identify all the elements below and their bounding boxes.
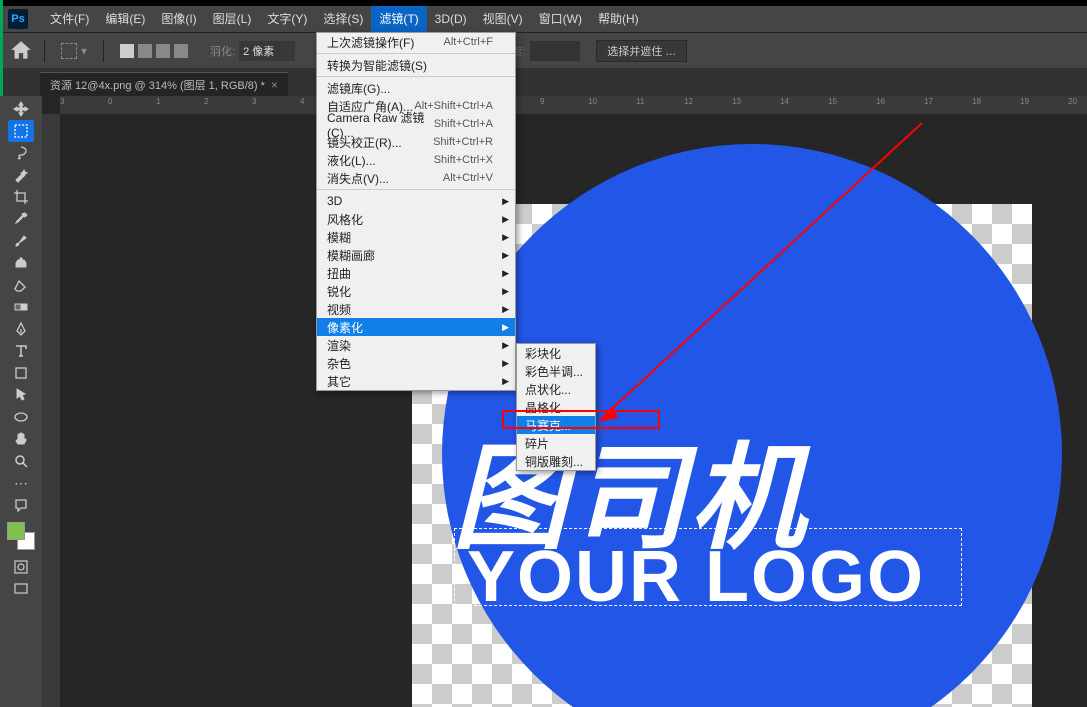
selection-subtract-icon[interactable]: [156, 44, 170, 58]
home-icon[interactable]: [8, 38, 34, 64]
marquee-icon[interactable]: [61, 43, 77, 59]
ruler-vertical: [42, 114, 60, 707]
eyedropper-tool[interactable]: [8, 208, 34, 230]
filter-item[interactable]: 模糊画廊▶: [317, 246, 515, 264]
tab-title: 资源 12@4x.png @ 314% (图层 1, RGB/8) *: [50, 77, 265, 93]
gradient-tool[interactable]: [8, 296, 34, 318]
eraser-tool[interactable]: [8, 274, 34, 296]
selection-intersect-icon[interactable]: [174, 44, 188, 58]
filter-item[interactable]: 渲染▶: [317, 336, 515, 354]
ellipse-tool[interactable]: [8, 406, 34, 428]
filter-item[interactable]: 3D▶: [317, 192, 515, 210]
menu-选择[interactable]: 选择(S): [315, 6, 371, 32]
select-and-mask-button[interactable]: 选择并遮住 …: [596, 40, 687, 62]
menu-图层[interactable]: 图层(L): [205, 6, 260, 32]
pixelate-item[interactable]: 马赛克...: [517, 416, 595, 434]
filter-item[interactable]: 杂色▶: [317, 354, 515, 372]
filter-item[interactable]: 其它▶: [317, 372, 515, 390]
screen-mode-icon[interactable]: [8, 578, 34, 600]
crop-tool[interactable]: [8, 186, 34, 208]
menu-窗口[interactable]: 窗口(W): [531, 6, 590, 32]
shape-tool[interactable]: [8, 362, 34, 384]
document-tabs: 资源 12@4x.png @ 314% (图层 1, RGB/8) * ×: [0, 68, 1087, 96]
type-tool[interactable]: [8, 340, 34, 362]
pen-tool[interactable]: [8, 318, 34, 340]
filter-item[interactable]: 视频▶: [317, 300, 515, 318]
pixelate-item[interactable]: 碎片: [517, 434, 595, 452]
menu-帮助[interactable]: 帮助(H): [590, 6, 647, 32]
filter-item[interactable]: 转换为智能滤镜(S): [317, 56, 515, 74]
menu-图像[interactable]: 图像(I): [153, 6, 204, 32]
wand-tool[interactable]: [8, 164, 34, 186]
zoom-tool[interactable]: [8, 450, 34, 472]
menu-编辑[interactable]: 编辑(E): [97, 6, 153, 32]
hand-tool[interactable]: [8, 428, 34, 450]
filter-item[interactable]: 像素化▶: [317, 318, 515, 336]
quick-mask-icon[interactable]: [8, 556, 34, 578]
pixelate-item[interactable]: 晶格化...: [517, 398, 595, 416]
feather-label: 羽化:: [210, 43, 235, 59]
filter-item[interactable]: 扭曲▶: [317, 264, 515, 282]
close-icon[interactable]: ×: [271, 78, 278, 92]
pixelate-item[interactable]: 彩色半调...: [517, 362, 595, 380]
menu-文字[interactable]: 文字(Y): [259, 6, 315, 32]
pixelate-item[interactable]: 铜版雕刻...: [517, 452, 595, 470]
filter-item[interactable]: 液化(L)...Shift+Ctrl+X: [317, 151, 515, 169]
marquee-tool[interactable]: [8, 120, 34, 142]
filter-item[interactable]: 消失点(V)...Alt+Ctrl+V: [317, 169, 515, 187]
pixelate-item[interactable]: 彩块化: [517, 344, 595, 362]
menubar: Ps 文件(F)编辑(E)图像(I)图层(L)文字(Y)选择(S)滤镜(T)3D…: [0, 6, 1087, 32]
options-bar: ▾ 羽化: ⇄ 高度: 选择并遮住 …: [0, 32, 1087, 68]
fg-color-swatch[interactable]: [7, 522, 25, 540]
filter-item[interactable]: 上次滤镜操作(F)Alt+Ctrl+F: [317, 33, 515, 51]
feather-input[interactable]: [239, 41, 295, 61]
height-input: [530, 41, 580, 61]
filter-menu-dropdown: 上次滤镜操作(F)Alt+Ctrl+F转换为智能滤镜(S)滤镜库(G)...自适…: [316, 32, 516, 391]
color-swatches[interactable]: [7, 522, 35, 550]
selection-new-icon[interactable]: [120, 44, 134, 58]
menu-视图[interactable]: 视图(V): [475, 6, 531, 32]
filter-item[interactable]: 镜头校正(R)...Shift+Ctrl+R: [317, 133, 515, 151]
lasso-tool[interactable]: [8, 142, 34, 164]
filter-item[interactable]: 模糊▶: [317, 228, 515, 246]
path-select-tool[interactable]: [8, 384, 34, 406]
move-tool[interactable]: [8, 98, 34, 120]
ruler-horizontal: 30123456789101112131415161718192021: [60, 96, 1087, 114]
clone-tool[interactable]: [8, 252, 34, 274]
menu-文件[interactable]: 文件(F): [42, 6, 97, 32]
pixelate-item[interactable]: 点状化...: [517, 380, 595, 398]
filter-item[interactable]: 滤镜库(G)...: [317, 79, 515, 97]
filter-item[interactable]: Camera Raw 滤镜(C)...Shift+Ctrl+A: [317, 115, 515, 133]
menu-3D[interactable]: 3D(D): [427, 6, 475, 32]
filter-item[interactable]: 锐化▶: [317, 282, 515, 300]
edit-toolbar[interactable]: ⋯: [8, 472, 34, 494]
filter-item[interactable]: 风格化▶: [317, 210, 515, 228]
menu-滤镜[interactable]: 滤镜(T): [371, 6, 426, 32]
document-tab[interactable]: 资源 12@4x.png @ 314% (图层 1, RGB/8) * ×: [40, 72, 288, 96]
tool-panel: ⋯: [0, 96, 42, 707]
marquee-selection: [454, 528, 962, 606]
pixelate-submenu: 彩块化彩色半调...点状化...晶格化...马赛克...碎片铜版雕刻...: [516, 343, 596, 471]
brush-tool[interactable]: [8, 230, 34, 252]
app-icon: Ps: [8, 9, 28, 29]
notes-tool[interactable]: [8, 494, 34, 516]
selection-add-icon[interactable]: [138, 44, 152, 58]
